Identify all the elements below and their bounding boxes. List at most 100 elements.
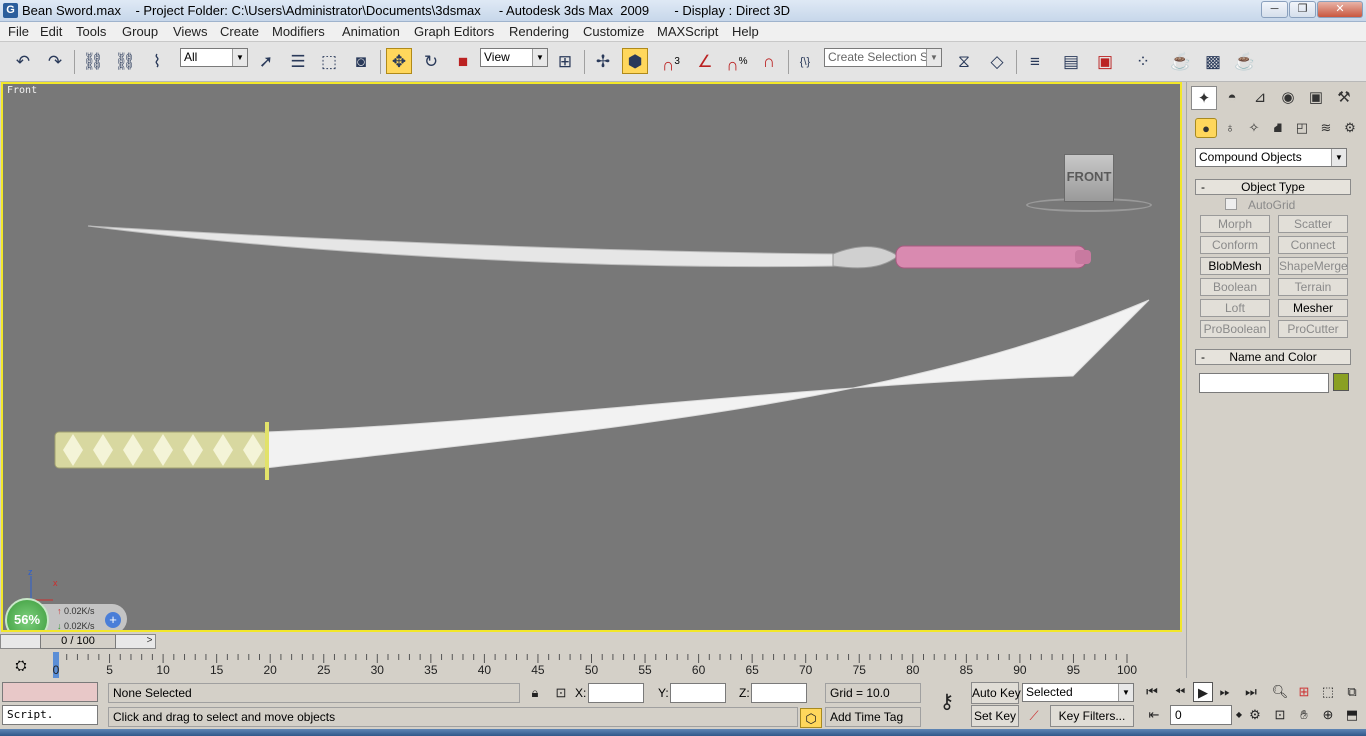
cameras-subtab-icon[interactable]: ⛘ xyxy=(1267,118,1289,138)
boolean-button[interactable]: Boolean xyxy=(1200,278,1270,296)
selection-lock-icon[interactable]: 🔒︎ xyxy=(525,683,545,703)
object-category-dropdown[interactable]: Compound Objects ▼ xyxy=(1195,148,1347,167)
unlink-selection-icon[interactable]: ⛓ xyxy=(112,48,138,74)
z-coord-field[interactable] xyxy=(751,683,807,703)
minimize-icon[interactable]: ─ xyxy=(1261,1,1288,18)
autogrid-checkbox[interactable] xyxy=(1225,198,1237,210)
x-coord-field[interactable] xyxy=(588,683,644,703)
schematic-view-icon[interactable]: ▣ xyxy=(1092,48,1118,74)
current-frame-field[interactable]: 0 xyxy=(1170,705,1232,725)
go-to-start-icon[interactable]: ⏮ xyxy=(1142,682,1162,702)
material-editor-icon[interactable]: ⁘ xyxy=(1130,48,1156,74)
field-of-view-icon[interactable]: ⊡ xyxy=(1270,705,1290,725)
set-key-button[interactable]: Set Key xyxy=(971,705,1019,727)
selection-filter-dropdown[interactable]: All ▼ xyxy=(180,48,248,67)
curve-editor-icon[interactable]: ▤ xyxy=(1058,48,1084,74)
menu-tools[interactable]: Tools xyxy=(76,24,106,39)
named-selection-set-dropdown[interactable]: Create Selection Set ▼ xyxy=(824,48,942,67)
connect-button[interactable]: Connect xyxy=(1278,236,1348,254)
shapes-subtab-icon[interactable]: ♁ xyxy=(1219,118,1241,138)
reference-coordinate-dropdown[interactable]: View ▼ xyxy=(480,48,548,67)
manipulate-icon[interactable]: ✢ xyxy=(590,48,616,74)
time-slider[interactable]: 0 / 100 > xyxy=(0,634,160,650)
conform-button[interactable]: Conform xyxy=(1200,236,1270,254)
time-tag-icon[interactable]: ⬡ xyxy=(800,708,822,728)
menu-file[interactable]: File xyxy=(8,24,29,39)
zoom-icon[interactable]: 🔍︎ xyxy=(1270,682,1290,702)
zoom-all-icon[interactable]: ⊞ xyxy=(1294,682,1314,702)
select-and-rotate-icon[interactable]: ↻ xyxy=(418,48,444,74)
utilities-tab-icon[interactable]: ⚒ xyxy=(1331,86,1357,110)
create-tab-icon[interactable]: ✦ xyxy=(1191,86,1217,110)
absolute-mode-transform-icon[interactable]: ⊡ xyxy=(551,683,571,703)
mirror-icon[interactable]: ⧖ xyxy=(951,48,977,74)
menu-views[interactable]: Views xyxy=(173,24,207,39)
select-and-move-icon[interactable]: ✥ xyxy=(386,48,412,74)
add-time-tag[interactable]: Add Time Tag xyxy=(825,707,921,727)
select-object-icon[interactable]: ➚ xyxy=(253,48,279,74)
scene-geometry[interactable] xyxy=(3,84,1182,632)
percent-snap-icon[interactable]: ∩% xyxy=(724,48,750,75)
display-tab-icon[interactable]: ▣ xyxy=(1303,86,1329,110)
add-icon[interactable]: + xyxy=(105,612,121,628)
select-and-link-icon[interactable]: ⛓ xyxy=(80,48,106,74)
blobmesh-button[interactable]: BlobMesh xyxy=(1200,257,1270,275)
frame-spinner-icon[interactable]: ◆ xyxy=(1233,705,1245,725)
maximize-viewport-icon[interactable]: ⬒ xyxy=(1342,705,1362,725)
procutter-button[interactable]: ProCutter xyxy=(1278,320,1348,338)
redo-icon[interactable]: ↷ xyxy=(42,48,68,74)
name-and-color-rollout-header[interactable]: - Name and Color xyxy=(1195,349,1351,365)
viewcube[interactable]: FRONT xyxy=(1024,152,1154,214)
menu-graph-editors[interactable]: Graph Editors xyxy=(414,24,494,39)
y-coord-field[interactable] xyxy=(670,683,726,703)
track-bar[interactable]: ⛭ 0 5 10 15 20 25 30 35 40 45 50 55 60 65 70 75 80 85 90 95… xyxy=(0,652,1186,678)
previous-frame-icon[interactable]: ⏪︎ xyxy=(1170,682,1190,702)
snaps-toggle-icon[interactable]: ∩3 xyxy=(658,48,684,75)
menu-customize[interactable]: Customize xyxy=(583,24,644,39)
scatter-button[interactable]: Scatter xyxy=(1278,215,1348,233)
shapemerge-button[interactable]: ShapeMerge xyxy=(1278,257,1348,275)
systems-subtab-icon[interactable]: ⚙ xyxy=(1339,118,1361,138)
set-keys-key-icon[interactable]: ⚷ xyxy=(930,692,964,712)
zoom-extents-all-icon[interactable]: ⧉ xyxy=(1342,682,1362,702)
edit-named-selection-icon[interactable]: {\} xyxy=(792,48,818,74)
rendered-frame-window-icon[interactable]: ▩ xyxy=(1200,48,1226,74)
terrain-button[interactable]: Terrain xyxy=(1278,278,1348,296)
orbit-icon[interactable]: ⊕ xyxy=(1318,705,1338,725)
app-icon[interactable]: G xyxy=(3,3,18,18)
geometry-subtab-icon[interactable]: ● xyxy=(1195,118,1217,138)
time-slider-thumb[interactable]: 0 / 100 xyxy=(40,634,116,649)
default-tangents-icon[interactable]: ⟋ xyxy=(1024,706,1044,726)
window-crossing-icon[interactable]: ◙ xyxy=(348,48,374,74)
helpers-subtab-icon[interactable]: ◰ xyxy=(1291,118,1313,138)
mesher-button[interactable]: Mesher xyxy=(1278,299,1348,317)
go-to-end-icon[interactable]: ⏭ xyxy=(1241,682,1261,702)
key-filters-button[interactable]: Key Filters... xyxy=(1050,705,1134,727)
next-frame-icon[interactable]: ⏩︎ xyxy=(1215,682,1235,702)
render-setup-icon[interactable]: ☕ xyxy=(1168,48,1194,74)
align-icon[interactable]: ◇ xyxy=(984,48,1010,74)
object-type-rollout-header[interactable]: - Object Type xyxy=(1195,179,1351,195)
open-mini-curve-editor-icon[interactable]: ⛭ xyxy=(12,658,30,674)
maxscript-input[interactable]: Script. xyxy=(2,705,98,725)
auto-key-button[interactable]: Auto Key xyxy=(971,682,1021,704)
select-and-scale-icon[interactable]: ■ xyxy=(450,48,476,74)
menu-modifiers[interactable]: Modifiers xyxy=(272,24,325,39)
loft-button[interactable]: Loft xyxy=(1200,299,1270,317)
angle-snap-icon[interactable]: ∠ xyxy=(692,48,718,74)
menu-maxscript[interactable]: MAXScript xyxy=(657,24,718,39)
rectangular-selection-region-icon[interactable]: ⬚ xyxy=(316,48,342,74)
object-color-swatch[interactable] xyxy=(1333,373,1349,391)
menu-create[interactable]: Create xyxy=(220,24,259,39)
play-icon[interactable]: ▶ xyxy=(1193,682,1213,702)
modify-tab-icon[interactable]: ◓ xyxy=(1219,86,1245,110)
maxscript-listener-mini[interactable] xyxy=(2,682,98,702)
object-name-field[interactable] xyxy=(1199,373,1329,393)
layer-manager-icon[interactable]: ≡ xyxy=(1022,48,1048,74)
select-by-name-icon[interactable]: ☰ xyxy=(285,48,311,74)
proboolean-button[interactable]: ProBoolean xyxy=(1200,320,1270,338)
time-configuration-icon[interactable]: ⚙ xyxy=(1245,705,1265,725)
keyboard-shortcut-override-icon[interactable]: ⬢ xyxy=(622,48,648,74)
pivot-center-icon[interactable]: ⊞ xyxy=(552,48,578,74)
zoom-extents-icon[interactable]: ⬚ xyxy=(1318,682,1338,702)
